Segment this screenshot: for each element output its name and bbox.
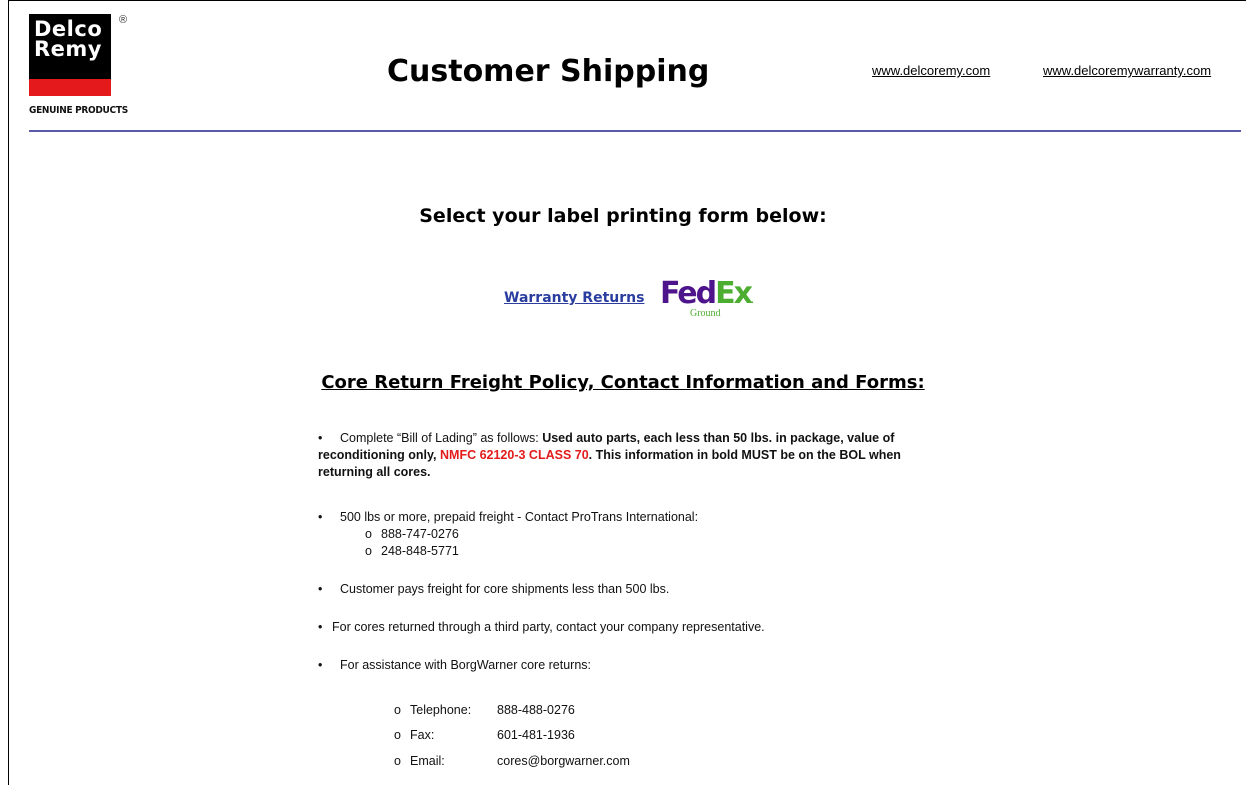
- warranty-returns-link[interactable]: Warranty Returns: [504, 290, 644, 306]
- page-frame-top: [8, 0, 1246, 1]
- freight-item: • 500 lbs or more, prepaid freight - Cont…: [318, 510, 698, 524]
- logo-line2: Remy: [34, 37, 102, 61]
- customer-pays-item: • Customer pays freight for core shipment…: [318, 582, 669, 596]
- bullet: •: [318, 431, 323, 445]
- customer-pays-text: Customer pays freight for core shipments…: [340, 582, 670, 596]
- contact-fax: o Fax: 601-481-1936: [394, 728, 575, 742]
- logo-text: Delco Remy: [34, 17, 103, 61]
- contact-email: o Email: cores@borgwarner.com: [394, 754, 630, 768]
- fedex-ground-logo[interactable]: FedEx. Ground: [660, 276, 754, 319]
- fedex-ground-text: Ground: [690, 308, 721, 319]
- nmfc-class: NMFC 62120-3 CLASS 70: [440, 448, 589, 462]
- select-form-heading: Select your label printing form below:: [419, 205, 827, 227]
- sub-marker: o: [394, 728, 401, 742]
- logo-line1: Delco: [34, 17, 103, 41]
- fedex-dot: .: [750, 295, 754, 306]
- policy-heading: Core Return Freight Policy, Contact Info…: [321, 372, 925, 393]
- registered-mark: ®: [119, 14, 128, 26]
- header-divider: [29, 130, 1241, 132]
- logo-red-bar: [29, 79, 111, 96]
- delco-remy-logo: Delco Remy ® GENUINE PRODUCTS: [29, 14, 128, 116]
- contact-telephone: o Telephone: 888-488-0276: [394, 703, 575, 717]
- assistance-item: • For assistance with BorgWarner core ret…: [318, 658, 591, 672]
- assistance-text: For assistance with BorgWarner core retu…: [340, 658, 592, 672]
- third-party-text: For cores returned through a third party…: [332, 620, 765, 634]
- contact-label: Telephone:: [410, 703, 472, 717]
- fedex-fed-text: Fed: [660, 276, 717, 311]
- contact-label: Fax:: [410, 728, 435, 742]
- bol-intro: Complete “Bill of Lading” as follows:: [340, 431, 543, 445]
- sub-marker: o: [394, 703, 401, 717]
- contact-label: Email:: [410, 754, 445, 768]
- bol-paragraph: • Complete “Bill of Lading” as follows: U…: [318, 430, 958, 481]
- bullet: •: [318, 620, 323, 634]
- page-title: Customer Shipping: [387, 54, 710, 89]
- third-party-item: • For cores returned through a third part…: [318, 620, 765, 634]
- sub-marker: o: [365, 544, 372, 558]
- sub-marker: o: [394, 754, 401, 768]
- fedex-ex-text: Ex: [715, 276, 753, 311]
- freight-phone-1: o 888-747-0276: [365, 527, 459, 541]
- logo-tagline: GENUINE PRODUCTS: [29, 105, 128, 116]
- bullet: •: [318, 510, 323, 524]
- freight-phone-2: o 248-848-5771: [365, 544, 459, 558]
- freight-phone-value: 248-848-5771: [381, 544, 459, 558]
- logo-box: Delco Remy: [29, 14, 111, 96]
- sub-marker: o: [365, 527, 372, 541]
- bullet: •: [318, 658, 323, 672]
- delcoremy-link[interactable]: www.delcoremy.com: [872, 63, 990, 78]
- freight-text: 500 lbs or more, prepaid freight - Conta…: [340, 510, 699, 524]
- contact-value: 601-481-1936: [497, 728, 575, 742]
- bullet: •: [318, 582, 323, 596]
- contact-value: 888-488-0276: [497, 703, 575, 717]
- delcoremywarranty-link[interactable]: www.delcoremywarranty.com: [1043, 63, 1211, 78]
- freight-phone-value: 888-747-0276: [381, 527, 459, 541]
- contact-value[interactable]: cores@borgwarner.com: [497, 754, 630, 768]
